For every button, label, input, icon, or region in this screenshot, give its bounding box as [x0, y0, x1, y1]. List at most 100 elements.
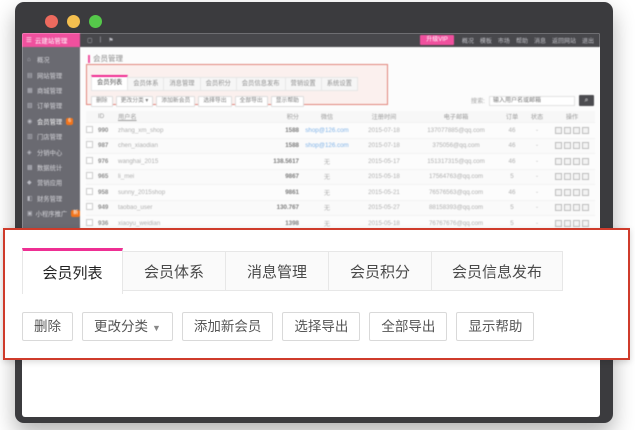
overlay-button[interactable]: 全部导出 [369, 312, 447, 341]
row-action-icon[interactable] [573, 220, 580, 227]
row-action-icon[interactable] [564, 158, 571, 165]
close-window-button[interactable] [45, 15, 58, 28]
sidebar-item[interactable]: ▦商城管理 [22, 83, 80, 98]
tab-营销设置[interactable]: 营销设置 [286, 77, 322, 91]
table-row[interactable]: 958sunny_2015shop9861无2015-05-2176576563… [86, 184, 595, 200]
toolbar-button[interactable]: 全部导出 [235, 96, 268, 107]
sidebar-item[interactable]: ▣小程序推广新 [22, 206, 80, 221]
row-action-icon[interactable] [582, 158, 589, 165]
checkbox-icon [86, 141, 93, 148]
row-action-icon[interactable] [564, 204, 571, 211]
row-action-icon[interactable] [582, 189, 589, 196]
sidebar-item[interactable]: ▤网站管理 [22, 67, 80, 82]
table-row[interactable]: 990zhang_xm_shop1588shop@126.com2015-07-… [86, 122, 595, 138]
toolbar-button[interactable]: 更改分类 ▾ [116, 96, 154, 107]
sidebar-item[interactable]: ▩数据统计 [22, 160, 80, 175]
sidebar-item[interactable]: ⌂概况 [22, 52, 80, 67]
cell-regdate: 2015-05-27 [355, 204, 413, 211]
cell-wechat[interactable]: shop@126.com [299, 142, 355, 149]
topbar-menu-item[interactable]: 市场 [498, 36, 510, 45]
overlay-button[interactable]: 添加新会员 [182, 312, 274, 341]
row-action-icon[interactable] [582, 142, 589, 149]
row-action-icon[interactable] [564, 142, 571, 149]
row-action-icon[interactable] [564, 173, 571, 180]
overlay-tab-会员列表[interactable]: 会员列表 [22, 248, 123, 294]
row-action-icon[interactable] [564, 220, 571, 227]
tab-会员体系[interactable]: 会员体系 [128, 77, 164, 91]
sidebar-item-label: 订单管理 [37, 101, 62, 110]
row-action-icon[interactable] [555, 142, 562, 149]
sidebar-item[interactable]: ◧财务管理 [22, 191, 80, 206]
table-row[interactable]: 976wanghai_2015138.5617无2015-05-17151317… [86, 153, 595, 169]
row-action-icon[interactable] [582, 127, 589, 134]
app-logo[interactable]: ☰ 云建站管理 [22, 33, 80, 47]
row-action-icon[interactable] [555, 189, 562, 196]
topbar-menu-item[interactable]: 概况 [462, 36, 474, 45]
search-icon[interactable]: ⌕ [579, 95, 594, 106]
tab-会员列表[interactable]: 会员列表 [91, 75, 128, 91]
sidebar-item[interactable]: ▥门店管理 [22, 129, 80, 144]
tab-系统设置[interactable]: 系统设置 [322, 77, 358, 91]
cell-wechat[interactable]: shop@126.com [299, 127, 355, 134]
overlay-tab-会员积分[interactable]: 会员积分 [329, 251, 432, 291]
upgrade-button[interactable]: 升级VIP [420, 35, 454, 45]
overlay-button[interactable]: 更改分类▼ [82, 312, 173, 341]
overlay-button[interactable]: 选择导出 [282, 312, 360, 341]
row-action-icon[interactable] [555, 173, 562, 180]
topbar-menu-item[interactable]: 帮助 [516, 36, 528, 45]
topbar-menu-item[interactable]: 模板 [480, 36, 492, 45]
row-checkbox[interactable] [86, 188, 98, 197]
row-action-icon[interactable] [573, 204, 580, 211]
search-input[interactable] [489, 96, 575, 106]
overlay-tab-会员体系[interactable]: 会员体系 [123, 251, 226, 291]
topbar-menu-item[interactable]: 退出 [582, 36, 594, 45]
row-action-icon[interactable] [573, 158, 580, 165]
row-action-icon[interactable] [582, 173, 589, 180]
row-action-icon[interactable] [555, 158, 562, 165]
column-header: 状态 [525, 112, 549, 121]
topbar-menu-item[interactable]: 消息 [534, 36, 546, 45]
minimize-window-button[interactable] [67, 15, 80, 28]
sidebar-item[interactable]: ◉会员管理6 [22, 114, 80, 129]
row-action-icon[interactable] [573, 142, 580, 149]
row-checkbox[interactable] [86, 126, 98, 135]
sidebar-item[interactable]: ◆营销应用 [22, 175, 80, 190]
row-action-icon[interactable] [564, 127, 571, 134]
toolbar-button[interactable]: 显示帮助 [271, 96, 304, 107]
grid-icon[interactable]: ▢ [87, 37, 93, 44]
tab-消息管理[interactable]: 消息管理 [164, 77, 200, 91]
flag-icon[interactable]: ⚑ [108, 37, 113, 44]
row-checkbox[interactable] [86, 141, 98, 150]
row-action-icon[interactable] [555, 220, 562, 227]
table-row[interactable]: 949taobao_user130.767无2015-05-2788158393… [86, 200, 595, 216]
tab-会员信息发布[interactable]: 会员信息发布 [237, 77, 286, 91]
column-header[interactable]: 用户名 [118, 112, 249, 121]
toolbar-button[interactable]: 选择导出 [198, 96, 231, 107]
tab-会员积分[interactable]: 会员积分 [201, 77, 237, 91]
window-titlebar[interactable] [15, 2, 613, 33]
row-checkbox[interactable] [86, 172, 98, 181]
row-checkbox[interactable] [86, 157, 98, 166]
row-action-icon[interactable] [582, 204, 589, 211]
row-action-icon[interactable] [555, 127, 562, 134]
row-action-icon[interactable] [555, 204, 562, 211]
table-row[interactable]: 987chen_xiaodian1588shop@126.com2015-07-… [86, 138, 595, 154]
toolbar-button[interactable]: 添加新会员 [156, 96, 195, 107]
row-action-icon[interactable] [573, 189, 580, 196]
sidebar-item[interactable]: ▧订单管理 [22, 98, 80, 113]
zoom-window-button[interactable] [89, 15, 102, 28]
overlay-button[interactable]: 显示帮助 [456, 312, 534, 341]
row-action-icon[interactable] [573, 173, 580, 180]
table-row[interactable]: 965li_mei9867无2015-05-1817564763@qq.com5… [86, 169, 595, 185]
row-checkbox[interactable] [86, 203, 98, 212]
topbar-menu-item[interactable]: 返回网站 [552, 36, 576, 45]
toolbar-button[interactable]: 删除 [91, 96, 113, 107]
overlay-tab-会员信息发布[interactable]: 会员信息发布 [432, 251, 563, 291]
row-action-icon[interactable] [582, 220, 589, 227]
sidebar-item[interactable]: ◈分销中心 [22, 144, 80, 159]
row-action-icon[interactable] [564, 189, 571, 196]
row-checkbox[interactable] [86, 219, 98, 228]
overlay-tab-消息管理[interactable]: 消息管理 [226, 251, 329, 291]
overlay-button[interactable]: 删除 [22, 312, 73, 341]
row-action-icon[interactable] [573, 127, 580, 134]
